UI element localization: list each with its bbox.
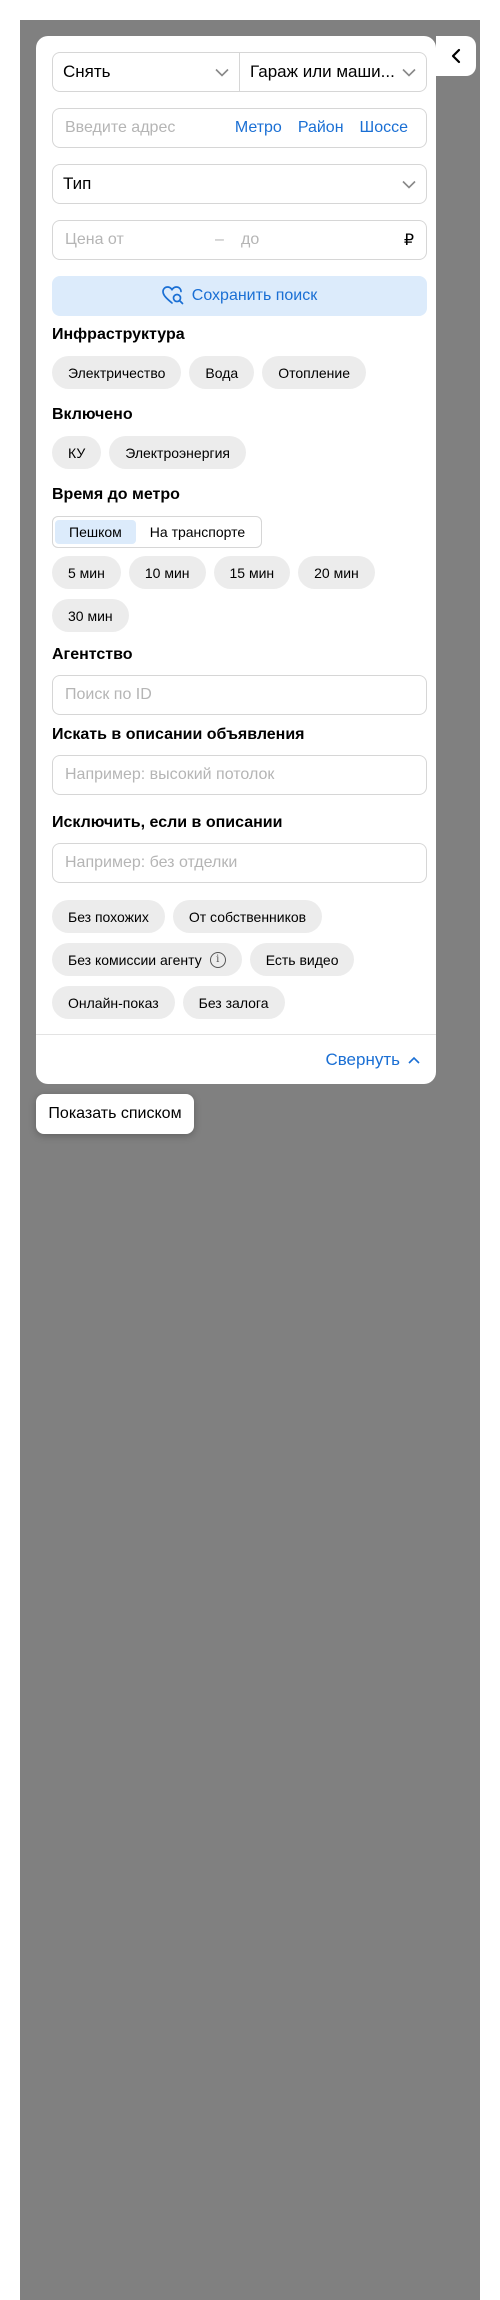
chip-heating[interactable]: Отопление: [262, 356, 367, 389]
chip-online-showing[interactable]: Онлайн-показ: [52, 986, 175, 1019]
description-search-input[interactable]: Например: высокий потолок: [52, 755, 427, 795]
mode-walk[interactable]: Пешком: [55, 520, 136, 544]
included-heading: Включено: [52, 406, 133, 423]
extra-options-chips: Без похожих От собственников Без комисси…: [52, 900, 432, 1019]
chip-utilities[interactable]: КУ: [52, 436, 102, 469]
show-list-label: Показать списком: [48, 1105, 182, 1122]
chip-from-owners[interactable]: От собственников: [172, 900, 323, 933]
metro-time-chips: 5 мин 10 мин 15 мин 20 мин 30 мин: [52, 556, 432, 632]
description-search-placeholder: Например: высокий потолок: [65, 766, 275, 783]
currency-symbol: ₽: [403, 232, 414, 249]
chip-no-agent-fee-label: Без комиссии агенту: [68, 951, 202, 968]
chip-electric-power[interactable]: Электроэнергия: [109, 436, 246, 469]
infrastructure-chips: Электричество Вода Отопление: [52, 356, 432, 389]
description-exclude-input[interactable]: Например: без отделки: [52, 843, 427, 883]
address-placeholder: Введите адрес: [65, 119, 176, 136]
price-to-input[interactable]: до: [241, 231, 404, 249]
deal-type-select[interactable]: Снять: [53, 53, 239, 91]
price-range: Цена от – до ₽: [52, 220, 427, 260]
save-search-button[interactable]: Сохранить поиск: [52, 276, 427, 316]
heart-search-icon: [161, 286, 184, 305]
agency-heading: Агентство: [52, 646, 133, 663]
chevron-down-icon: [402, 68, 416, 77]
chevron-down-icon: [402, 180, 416, 189]
chip-10-min[interactable]: 10 мин: [128, 556, 206, 589]
chip-5-min[interactable]: 5 мин: [52, 556, 121, 589]
price-from-input[interactable]: Цена от: [65, 231, 215, 249]
agency-id-input[interactable]: Поиск по ID: [52, 675, 427, 715]
save-search-label: Сохранить поиск: [191, 287, 318, 304]
show-list-button[interactable]: Показать списком: [36, 1094, 194, 1134]
chip-has-video[interactable]: Есть видео: [249, 943, 355, 976]
metro-time-heading: Время до метро: [52, 486, 180, 503]
chip-30-min[interactable]: 30 мин: [52, 599, 129, 632]
chip-20-min[interactable]: 20 мин: [298, 556, 375, 589]
object-type-select[interactable]: Гараж или маши...: [239, 53, 426, 91]
description-exclude-heading: Исключить, если в описании: [52, 814, 283, 831]
address-input[interactable]: Введите адрес Метро Район Шоссе: [52, 108, 427, 148]
close-panel-button[interactable]: [436, 36, 476, 76]
chevron-left-icon: [451, 48, 461, 64]
chip-no-similar[interactable]: Без похожих: [52, 900, 165, 933]
type-select-label: Тип: [63, 174, 92, 193]
deal-object-selects: Снять Гараж или маши...: [52, 52, 427, 92]
collapse-button[interactable]: Свернуть: [325, 1050, 420, 1070]
included-chips: КУ Электроэнергия: [52, 436, 432, 469]
highway-link[interactable]: Шоссе: [360, 119, 408, 137]
metro-link[interactable]: Метро: [235, 119, 282, 137]
price-dash: –: [215, 231, 224, 248]
district-link[interactable]: Район: [298, 119, 344, 137]
filter-panel: Снять Гараж или маши... Введите адрес Ме…: [36, 36, 436, 1084]
collapse-label: Свернуть: [325, 1050, 400, 1069]
chevron-down-icon: [215, 68, 229, 77]
chip-no-agent-fee[interactable]: Без комиссии агенту i: [52, 943, 242, 976]
object-type-value: Гараж или маши...: [250, 62, 395, 81]
footer-divider: [36, 1034, 436, 1035]
metro-mode-toggle: Пешком На транспорте: [52, 516, 263, 548]
chip-water[interactable]: Вода: [189, 356, 255, 389]
info-icon[interactable]: i: [209, 951, 226, 968]
chip-no-deposit[interactable]: Без залога: [182, 986, 285, 1019]
chevron-up-icon: [408, 1056, 420, 1064]
description-search-heading: Искать в описании объявления: [52, 726, 305, 743]
agency-id-placeholder: Поиск по ID: [65, 686, 152, 703]
description-exclude-placeholder: Например: без отделки: [65, 854, 238, 871]
type-select[interactable]: Тип: [52, 164, 427, 204]
infrastructure-heading: Инфраструктура: [52, 326, 185, 343]
mode-transport[interactable]: На транспорте: [136, 520, 259, 544]
chip-electricity[interactable]: Электричество: [52, 356, 182, 389]
deal-type-value: Снять: [63, 62, 111, 81]
chip-15-min[interactable]: 15 мин: [213, 556, 291, 589]
